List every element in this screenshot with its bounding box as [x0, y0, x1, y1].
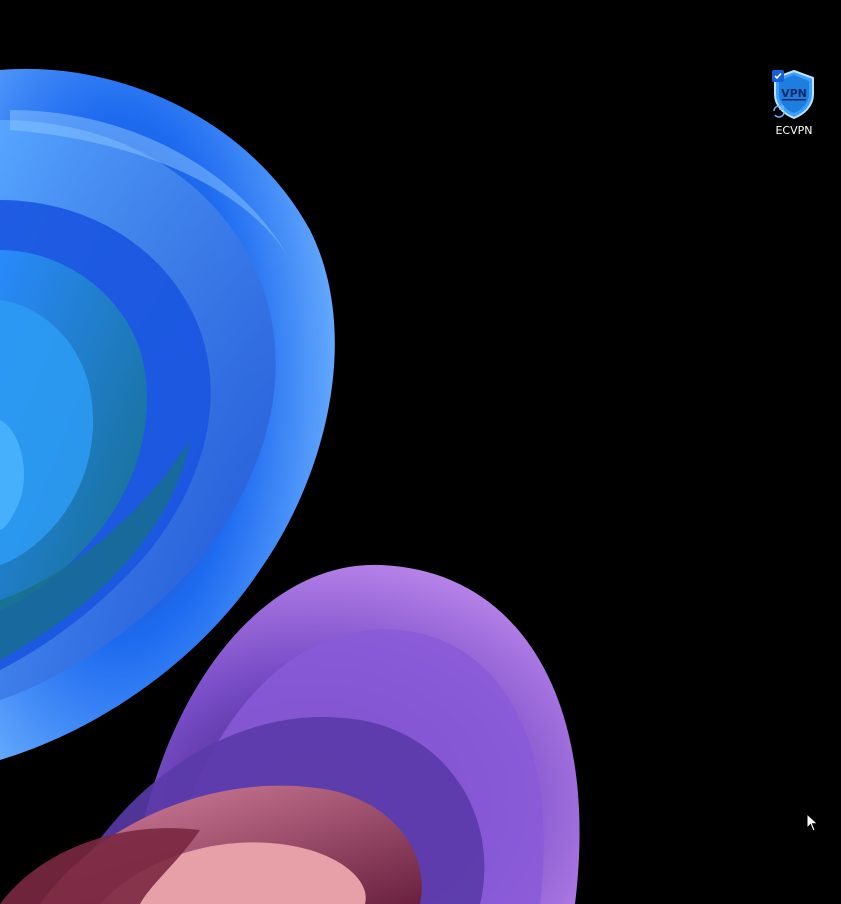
checkmark-badge-icon: [772, 70, 784, 82]
vpn-shield-icon: VPN: [770, 68, 818, 120]
svg-text:VPN: VPN: [781, 87, 807, 100]
sync-arrows-icon: [773, 105, 785, 118]
desktop[interactable]: VPN ECVPN: [0, 0, 841, 904]
desktop-icon-ecvpn[interactable]: VPN ECVPN: [762, 68, 826, 144]
arrow-cursor-icon: [806, 813, 819, 832]
wallpaper-bloom: [0, 68, 580, 904]
desktop-icon-label: ECVPN: [775, 124, 813, 137]
